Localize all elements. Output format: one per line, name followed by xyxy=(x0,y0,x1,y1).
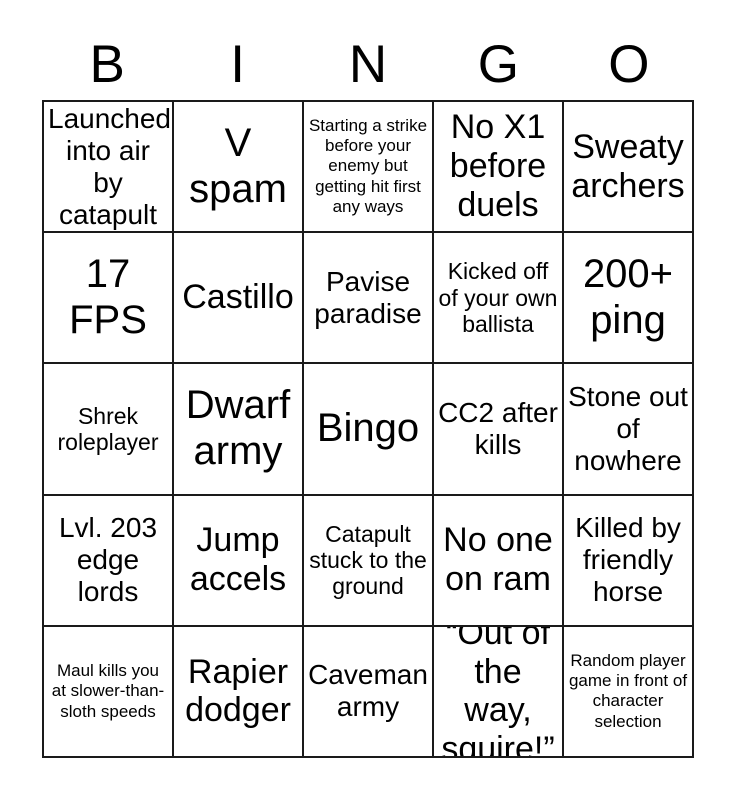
bingo-cell-label: Killed by friendly horse xyxy=(575,512,681,608)
bingo-cell-r5c1[interactable]: Maul kills you at slower-than-sloth spee… xyxy=(44,626,174,758)
bingo-cell-r5c4[interactable]: “Out of the way, squire!” xyxy=(434,626,564,758)
bingo-cell-label: No X1 before duels xyxy=(449,108,547,224)
bingo-cell-r2c2[interactable]: Castillo xyxy=(174,233,304,365)
bingo-cell-label: CC2 after kills xyxy=(438,397,558,460)
bingo-cell-label: Starting a strike before your enemy but … xyxy=(308,115,428,217)
bingo-cell-r4c4[interactable]: No one on ram xyxy=(434,495,564,627)
bingo-cell-label: Caveman army xyxy=(308,659,428,723)
bingo-cell-r3c4[interactable]: CC2 after kills xyxy=(434,364,564,496)
bingo-cell-r1c3[interactable]: Starting a strike before your enemy but … xyxy=(304,102,434,234)
bingo-cell-label: “Out of the way, squire!” xyxy=(441,626,555,758)
bingo-cell-r5c3[interactable]: Caveman army xyxy=(304,626,434,758)
bingo-cell-r1c2[interactable]: V spam xyxy=(174,102,304,234)
bingo-cell-r3c3[interactable]: Bingo xyxy=(304,364,434,496)
bingo-cell-r4c5[interactable]: Killed by friendly horse xyxy=(564,495,694,627)
bingo-cell-label: Stone out of nowhere xyxy=(568,381,688,476)
bingo-cell-r1c1[interactable]: Launched into air by catapult xyxy=(44,102,174,234)
bingo-cell-r4c1[interactable]: Lvl. 203 edge lords xyxy=(44,495,174,627)
bingo-cell-label: Kicked off of your own ballista xyxy=(438,258,558,337)
bingo-cell-label: Pavise paradise xyxy=(314,265,422,329)
bingo-cell-r5c5[interactable]: Random player game in front of character… xyxy=(564,626,694,758)
bingo-card: B I N G O Launched into air by catapult V… xyxy=(42,28,694,758)
bingo-cell-label: V spam xyxy=(189,121,287,211)
bingo-cell-r4c2[interactable]: Jump accels xyxy=(174,495,304,627)
bingo-cell-r2c5[interactable]: 200+ ping xyxy=(564,233,694,365)
bingo-cell-label: 200+ ping xyxy=(582,252,674,342)
bingo-cell-label: Shrek roleplayer xyxy=(57,402,159,455)
bingo-cell-r1c5[interactable]: Sweaty archers xyxy=(564,102,694,234)
header-letter-i: I xyxy=(230,34,245,94)
bingo-cell-r5c2[interactable]: Rapier dodger xyxy=(174,626,304,758)
bingo-grid: Launched into air by catapult V spam Start… xyxy=(42,100,694,758)
bingo-cell-label: Catapult stuck to the ground xyxy=(309,520,427,600)
bingo-cell-label: Rapier dodger xyxy=(185,652,291,730)
header-letter-n: N xyxy=(348,34,388,94)
bingo-cell-label: No one on ram xyxy=(443,521,553,599)
bingo-header: B I N G O xyxy=(42,28,694,100)
bingo-cell-r3c1[interactable]: Shrek roleplayer xyxy=(44,364,174,496)
bingo-cell-label: Bingo xyxy=(316,406,420,451)
bingo-cell-label: Launched into air by catapult xyxy=(48,102,172,230)
bingo-cell-r4c3[interactable]: Catapult stuck to the ground xyxy=(304,495,434,627)
header-letter-b: B xyxy=(89,34,125,94)
header-letter-o: O xyxy=(608,34,650,94)
bingo-cell-r2c4[interactable]: Kicked off of your own ballista xyxy=(434,233,564,365)
bingo-cell-r1c4[interactable]: No X1 before duels xyxy=(434,102,564,234)
bingo-cell-label: Sweaty archers xyxy=(571,127,685,205)
bingo-cell-label: Maul kills you at slower-than-sloth spee… xyxy=(51,660,165,721)
bingo-cell-r3c2[interactable]: Dwarf army xyxy=(174,364,304,496)
bingo-cell-label: Dwarf army xyxy=(185,383,291,473)
bingo-cell-label: 17 FPS xyxy=(69,252,147,342)
bingo-cell-label: Jump accels xyxy=(189,521,287,599)
bingo-cell-label: Castillo xyxy=(182,278,294,317)
bingo-cell-r2c1[interactable]: 17 FPS xyxy=(44,233,174,365)
bingo-cell-label: Random player game in front of character… xyxy=(568,650,688,731)
bingo-cell-r2c3[interactable]: Pavise paradise xyxy=(304,233,434,365)
bingo-cell-label: Lvl. 203 edge lords xyxy=(58,512,158,608)
header-letter-g: G xyxy=(477,34,520,94)
bingo-cell-r3c5[interactable]: Stone out of nowhere xyxy=(564,364,694,496)
